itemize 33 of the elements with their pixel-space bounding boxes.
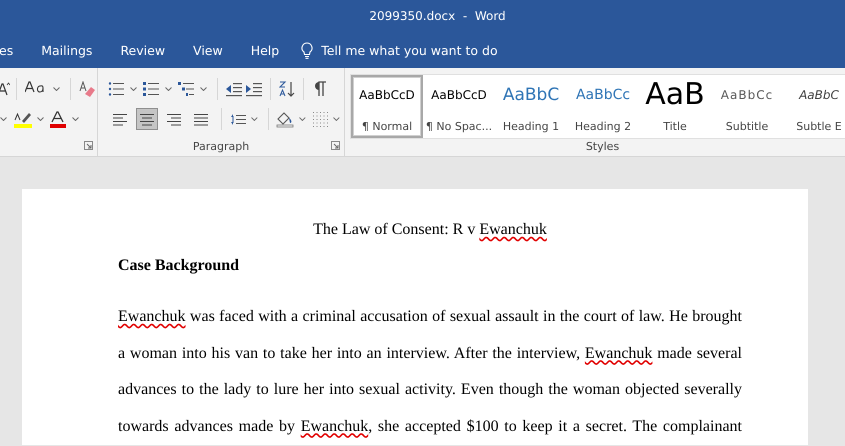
caret-icon — [72, 117, 79, 121]
section-heading: Case Background — [118, 256, 240, 276]
caret-icon — [165, 87, 172, 91]
eraser-button[interactable] — [77, 78, 97, 100]
font-grow-icon — [0, 82, 10, 96]
search-prompt[interactable]: Tell me what you want to do — [321, 42, 498, 58]
group-label: Styles — [584, 140, 620, 153]
ribbon-tab[interactable]: Review — [106, 35, 180, 65]
caret-icon — [200, 87, 207, 91]
caret-icon — [251, 117, 258, 121]
lightbulb-icon — [301, 42, 314, 58]
caret-icon — [299, 117, 306, 121]
dialog-launcher-button[interactable] — [330, 140, 341, 151]
align-center-button[interactable] — [136, 108, 158, 130]
ribbon-tab[interactable]: Mailings — [27, 35, 106, 65]
justify-icon — [193, 112, 210, 126]
body-paragraph: Ewanchuk was faced with a criminal accusation of sexual assault in the court of law. He brought a woman into his van to take her into an interview. After the interview, Ewanchuk made several advances to the lady to lure her into sexual activity. Even though the woman objected severally towards advances made by Ewanchuk, she accepted $100 to keep it a secret. The complainant — [118, 307, 742, 436]
caret-icon — [37, 117, 44, 121]
group-label: Paragraph — [192, 140, 250, 153]
ribbon-tab[interactable]: es — [0, 35, 28, 65]
ribbon-tab[interactable]: Help — [236, 35, 294, 65]
align-center-icon — [138, 112, 155, 126]
caret-icon — [333, 117, 340, 121]
document-title: The Law of Consent: R v Ewanchuk — [312, 220, 548, 240]
caret-icon — [130, 87, 137, 91]
align-left-icon — [112, 112, 128, 126]
dialog-launcher-button[interactable] — [83, 140, 94, 151]
window-title: 2099350.docx - Word — [369, 9, 506, 23]
caret-icon — [0, 117, 7, 121]
caret-icon — [53, 87, 60, 91]
style-option[interactable]: AaBbCcD ¶ Normal — [351, 75, 423, 138]
align-right-icon — [166, 112, 182, 126]
ribbon-tab[interactable]: View — [179, 35, 237, 65]
